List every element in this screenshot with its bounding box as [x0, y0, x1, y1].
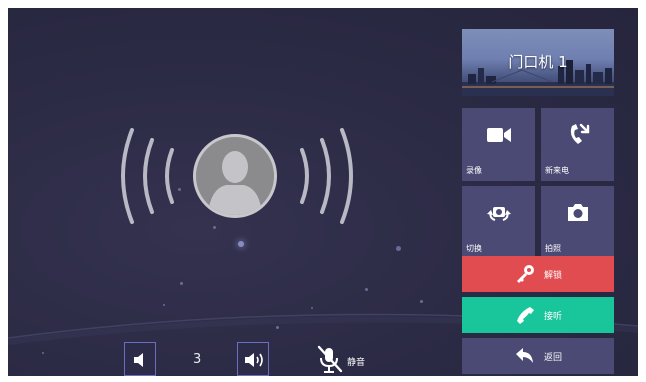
snapshot-button[interactable]: 拍照 [541, 186, 614, 259]
volume-down-icon [134, 353, 143, 367]
new-call-label: 新来电 [545, 166, 569, 175]
switch-label: 切换 [466, 244, 482, 253]
camera-name: 门口机 1 [508, 53, 568, 71]
video-camera-icon [487, 128, 511, 142]
unlock-label: 解锁 [543, 270, 562, 281]
decor-star [311, 307, 313, 309]
volume-up-icon [245, 353, 263, 367]
unlock-button[interactable]: 解锁 [462, 256, 614, 292]
sound-wave-left-icon [121, 128, 174, 224]
incoming-call-icon [570, 123, 590, 144]
volume-down-button[interactable] [124, 342, 156, 376]
answer-label: 接听 [543, 311, 562, 322]
microphone-muted-icon [317, 345, 343, 373]
camera-icon [568, 204, 588, 221]
new-call-button[interactable]: 新来电 [541, 108, 614, 181]
camera-switch-icon [487, 207, 511, 221]
intercom-screen: 门口机 1 录像 新来电 切换 拍照 解锁 接听 返回 3 静音 [8, 8, 638, 376]
mute-button[interactable]: 静音 [316, 345, 372, 375]
caller-display [112, 126, 362, 236]
key-icon [516, 265, 534, 283]
person-avatar-icon [193, 134, 277, 218]
decor-star [420, 300, 423, 303]
back-label: 返回 [543, 352, 562, 363]
answer-button[interactable]: 接听 [462, 297, 614, 333]
decor-star [42, 352, 44, 354]
snapshot-label: 拍照 [545, 244, 561, 253]
decor-star [365, 288, 368, 291]
switch-button[interactable]: 切换 [462, 186, 535, 259]
decor-star [396, 246, 401, 251]
back-button[interactable]: 返回 [462, 338, 614, 374]
decor-star [276, 326, 279, 329]
back-arrow-icon [515, 348, 533, 363]
record-label: 录像 [466, 166, 482, 175]
decor-star [180, 282, 183, 285]
phone-icon [516, 307, 534, 324]
volume-up-button[interactable] [237, 342, 269, 376]
volume-level: 3 [193, 352, 202, 367]
decor-star [238, 241, 244, 247]
camera-preview[interactable]: 门口机 1 [462, 29, 614, 96]
record-button[interactable]: 录像 [462, 108, 535, 181]
decor-star [163, 304, 165, 306]
mute-label: 静音 [347, 358, 366, 368]
sound-wave-right-icon [300, 128, 353, 224]
